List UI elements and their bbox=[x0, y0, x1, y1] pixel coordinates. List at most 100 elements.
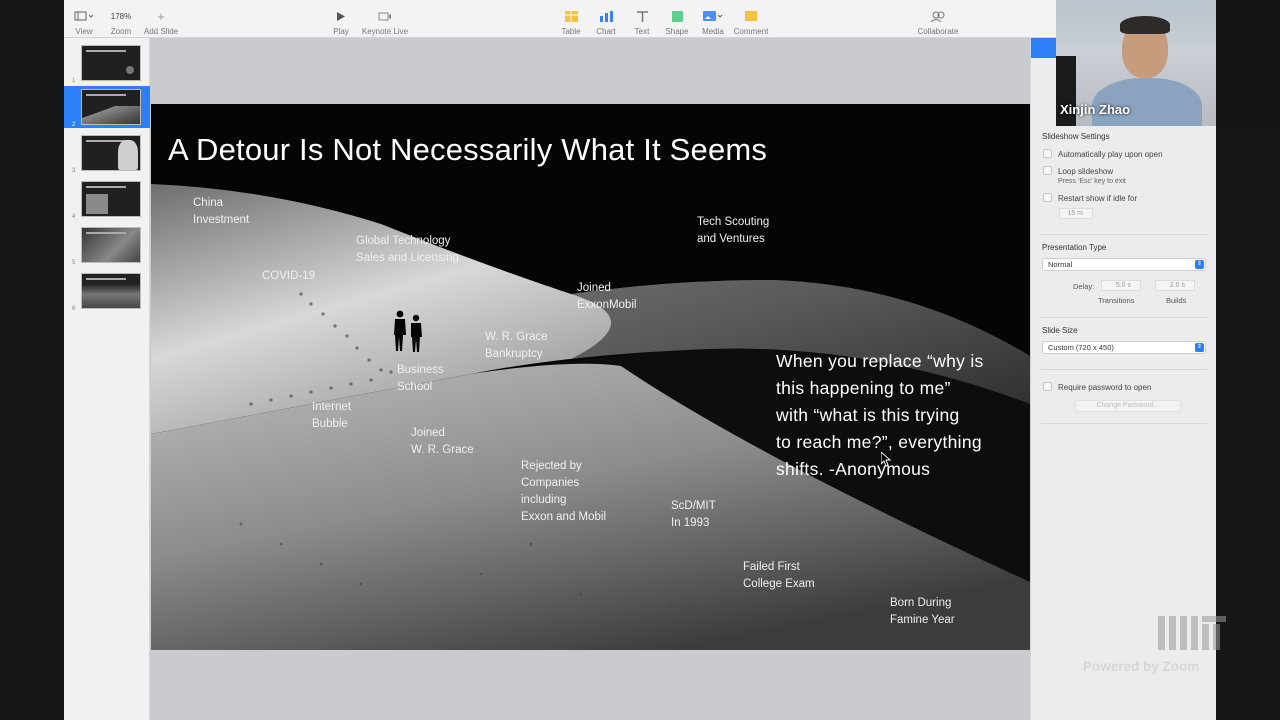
collaborate-label: Collaborate bbox=[917, 27, 959, 36]
slide-size-value: Custom (720 x 450) bbox=[1048, 343, 1114, 352]
zoom-label: Zoom bbox=[110, 27, 132, 36]
label-born-famine: Born During Famine Year bbox=[890, 597, 955, 626]
keynote-live-button[interactable]: Keynote Live bbox=[357, 8, 413, 36]
add-slide-button[interactable]: + Add Slide bbox=[133, 8, 189, 37]
divider bbox=[1041, 234, 1207, 235]
speaker-hair bbox=[1120, 16, 1170, 34]
loop-checkbox[interactable] bbox=[1043, 166, 1052, 175]
chart-label: Chart bbox=[596, 27, 616, 36]
thumbnail-image bbox=[81, 227, 141, 263]
builds-delay-stepper[interactable]: 2.0 s bbox=[1155, 280, 1195, 291]
keynote-window: View 178% Zoom + Add Slide Play Keynote … bbox=[64, 0, 1216, 720]
require-password-label: Require password to open bbox=[1058, 383, 1152, 392]
loop-label: Loop slideshow bbox=[1058, 167, 1114, 176]
divider bbox=[1041, 369, 1207, 370]
slideshow-settings-heading: Slideshow Settings bbox=[1042, 132, 1110, 141]
zoom-value: 178% bbox=[110, 11, 132, 21]
idle-time-stepper[interactable]: 15 m bbox=[1059, 208, 1093, 219]
slide-thumbnail-3[interactable]: 3 bbox=[64, 132, 150, 174]
toolbar: View 178% Zoom + Add Slide Play Keynote … bbox=[64, 0, 1216, 38]
thumbnail-image bbox=[81, 273, 141, 309]
document-tab[interactable] bbox=[1031, 38, 1057, 58]
presentation-type-heading: Presentation Type bbox=[1042, 243, 1107, 252]
media-label: Media bbox=[702, 27, 724, 36]
slide-thumbnail-1[interactable]: 1 bbox=[64, 42, 150, 84]
comment-icon bbox=[745, 8, 757, 24]
comment-button[interactable]: Comment bbox=[723, 8, 779, 36]
presentation-type-select[interactable]: Normal ⇕ bbox=[1042, 258, 1206, 271]
collaborate-icon bbox=[931, 8, 945, 24]
chevron-updown-icon: ⇕ bbox=[1195, 260, 1204, 269]
slide-thumbnail-4[interactable]: 4 bbox=[64, 178, 150, 220]
auto-play-label: Automatically play upon open bbox=[1058, 150, 1163, 159]
slide-number: 2 bbox=[72, 122, 76, 128]
thumbnail-image bbox=[81, 45, 141, 81]
slide-number: 1 bbox=[72, 78, 76, 84]
view-icon bbox=[74, 8, 94, 24]
participant-name: Xinjin Zhao bbox=[1060, 102, 1131, 117]
keynote-live-label: Keynote Live bbox=[361, 27, 409, 36]
label-internet-bubble: Internet Bubble bbox=[312, 401, 351, 430]
label-joined-exxonmobil: Joined ExxonMobil bbox=[577, 282, 637, 311]
label-global-technology: Global Technology Sales and Licensing bbox=[356, 235, 459, 264]
restart-checkbox[interactable] bbox=[1043, 193, 1052, 202]
participant-video[interactable]: Xinjin Zhao bbox=[1056, 0, 1216, 126]
presentation-type-value: Normal bbox=[1048, 260, 1073, 269]
text-icon bbox=[636, 8, 648, 24]
require-password-checkbox[interactable] bbox=[1043, 382, 1052, 391]
chart-icon bbox=[599, 8, 613, 24]
plus-icon: + bbox=[157, 8, 165, 24]
mouse-cursor-icon bbox=[881, 452, 892, 467]
screen: View 178% Zoom + Add Slide Play Keynote … bbox=[0, 0, 1280, 720]
slide-thumbnail-5[interactable]: 5 bbox=[64, 224, 150, 266]
slide-number: 4 bbox=[72, 214, 76, 220]
label-joined-grace: Joined W. R. Grace bbox=[411, 427, 474, 456]
restart-label: Restart show if idle for bbox=[1058, 194, 1138, 203]
divider bbox=[1041, 317, 1207, 318]
slide-canvas: A Detour Is Not Necessarily What It Seem… bbox=[150, 38, 1030, 720]
slide-number: 6 bbox=[72, 306, 76, 312]
auto-play-checkbox[interactable] bbox=[1043, 149, 1052, 158]
slide-title: A Detour Is Not Necessarily What It Seem… bbox=[168, 132, 768, 167]
keynote-live-icon bbox=[378, 8, 392, 24]
label-rejected: Rejected by Companies including Exxon an… bbox=[521, 460, 607, 523]
chevron-updown-icon: ⇕ bbox=[1195, 343, 1204, 352]
builds-label: Builds bbox=[1166, 296, 1187, 305]
label-tech-scouting: Tech Scouting and Ventures bbox=[697, 216, 770, 245]
divider bbox=[1041, 423, 1207, 424]
add-slide-label: Add Slide bbox=[143, 27, 179, 36]
label-grace-bankruptcy: W. R. Grace Bankruptcy bbox=[485, 331, 548, 360]
powered-by-zoom: Powered by Zoom bbox=[1083, 659, 1200, 674]
play-icon bbox=[337, 8, 345, 24]
change-password-button[interactable]: Change Password... bbox=[1075, 400, 1181, 412]
mit-logo-icon bbox=[1158, 616, 1226, 650]
slide-navigator: 1 2 3 4 5 6 bbox=[64, 38, 150, 720]
play-label: Play bbox=[333, 27, 349, 36]
shape-icon bbox=[671, 8, 683, 24]
slide-thumbnail-2[interactable]: 2 bbox=[64, 86, 150, 128]
slide-size-heading: Slide Size bbox=[1042, 326, 1078, 335]
anonymous-quote: When you replace “why is this happening … bbox=[776, 351, 984, 479]
label-business-school: Business School bbox=[397, 364, 444, 393]
media-icon bbox=[703, 8, 723, 24]
label-china-investment: China Investment bbox=[193, 197, 250, 226]
slide-number: 3 bbox=[72, 168, 76, 174]
comment-label: Comment bbox=[733, 27, 769, 36]
label-covid: COVID-19 bbox=[262, 270, 316, 282]
thumbnail-image bbox=[81, 135, 141, 171]
transitions-delay-stepper[interactable]: 5.0 s bbox=[1101, 280, 1141, 291]
view-label: View bbox=[75, 27, 93, 36]
slide-number: 5 bbox=[72, 260, 76, 266]
thumbnail-image bbox=[81, 89, 141, 125]
text-label: Text bbox=[634, 27, 650, 36]
slide-size-select[interactable]: Custom (720 x 450) ⇕ bbox=[1042, 341, 1206, 354]
label-scd-mit: ScD/MIT In 1993 bbox=[671, 500, 716, 529]
loop-sublabel: Press ‘Esc’ key to exit bbox=[1058, 178, 1126, 185]
transitions-label: Transitions bbox=[1098, 296, 1135, 305]
collaborate-button[interactable]: Collaborate bbox=[910, 8, 966, 36]
left-letterbox bbox=[0, 0, 64, 720]
current-slide[interactable]: A Detour Is Not Necessarily What It Seem… bbox=[151, 104, 1030, 650]
delay-label: Delay: bbox=[1073, 282, 1095, 291]
slide-thumbnail-6[interactable]: 6 bbox=[64, 270, 150, 312]
table-icon bbox=[564, 8, 578, 24]
